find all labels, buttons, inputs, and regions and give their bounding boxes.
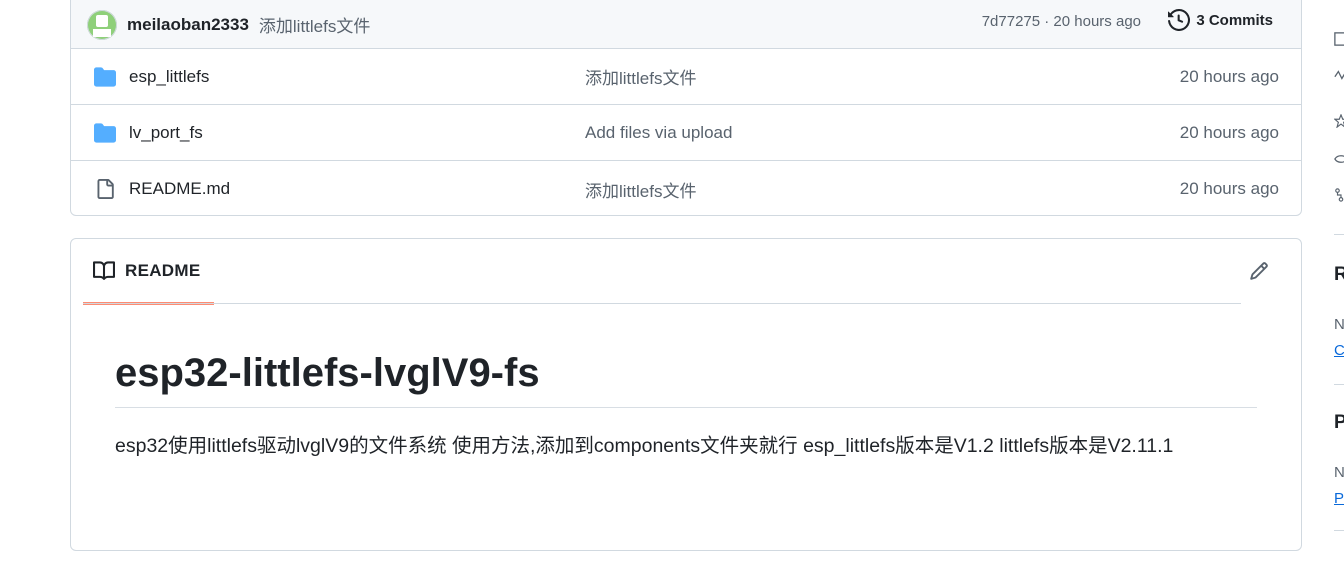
file-row-lv-port-fs: lv_port_fs Add files via upload 20 hours…	[71, 105, 1301, 161]
commit-hash-time[interactable]: 7d77275 · 20 hours ago	[982, 13, 1141, 30]
file-name-link[interactable]: README.md	[129, 179, 230, 199]
book-icon[interactable]	[1334, 32, 1344, 46]
readme-panel: README esp32-littlefs-lvglV9-fs esp32使用l…	[70, 238, 1302, 551]
readme-tab-label: README	[125, 260, 201, 280]
right-sidebar: R N C P N P	[1330, 0, 1344, 568]
file-commit-message-link[interactable]: 添加littlefs文件	[585, 64, 696, 89]
sidebar-text: N	[1334, 464, 1344, 481]
file-name-link[interactable]: esp_littlefs	[129, 67, 209, 87]
readme-description: esp32使用littlefs驱动lvglV9的文件系统 使用方法,添加到com…	[115, 435, 1174, 457]
file-row-readme: README.md 添加littlefs文件 20 hours ago	[71, 161, 1301, 215]
sidebar-text: N	[1334, 316, 1344, 333]
folder-icon	[93, 121, 117, 145]
file-commit-message-link[interactable]: 添加littlefs文件	[585, 177, 696, 202]
history-icon	[1168, 9, 1191, 31]
readme-divider	[83, 303, 1241, 304]
author-avatar[interactable]	[87, 9, 117, 40]
file-list: meilaoban2333 添加littlefs文件 7d77275 · 20 …	[70, 0, 1302, 216]
star-icon[interactable]	[1334, 114, 1344, 128]
readme-header: README	[71, 239, 1301, 305]
activity-icon[interactable]	[1334, 68, 1344, 82]
file-age: 20 hours ago	[1179, 179, 1279, 198]
file-name-link[interactable]: lv_port_fs	[129, 123, 203, 143]
eye-icon[interactable]	[1334, 152, 1344, 166]
file-age: 20 hours ago	[1179, 122, 1279, 142]
sidebar-link[interactable]: P	[1334, 490, 1344, 507]
sidebar-divider	[1334, 234, 1344, 235]
sidebar-divider	[1334, 530, 1344, 531]
folder-icon	[93, 65, 117, 89]
pencil-icon	[1250, 262, 1268, 280]
tab-readme[interactable]: README	[83, 239, 214, 305]
readme-title: esp32-littlefs-lvglV9-fs	[115, 349, 1257, 408]
readme-content: esp32-littlefs-lvglV9-fs esp32使用littlefs…	[115, 349, 1257, 463]
book-icon	[93, 260, 115, 280]
commits-count-label: 3 Commits	[1196, 11, 1273, 29]
file-commit-message-link[interactable]: Add files via upload	[585, 123, 732, 143]
sidebar-link[interactable]: C	[1334, 342, 1344, 359]
sidebar-divider	[1334, 384, 1344, 385]
commit-author-link[interactable]: meilaoban2333	[127, 15, 249, 35]
file-icon	[93, 177, 117, 201]
latest-commit-bar: meilaoban2333 添加littlefs文件 7d77275 · 20 …	[71, 0, 1301, 49]
file-age: 20 hours ago	[1179, 66, 1279, 86]
file-row-esp-littlefs: esp_littlefs 添加littlefs文件 20 hours ago	[71, 49, 1301, 105]
commit-message-link[interactable]: 添加littlefs文件	[259, 12, 370, 37]
edit-readme-button[interactable]	[1247, 259, 1271, 283]
sidebar-heading-packages: P	[1334, 412, 1344, 433]
commits-history-link[interactable]: 3 Commits	[1168, 9, 1273, 31]
fork-icon[interactable]	[1334, 188, 1344, 202]
sidebar-heading-releases: R	[1334, 264, 1344, 285]
